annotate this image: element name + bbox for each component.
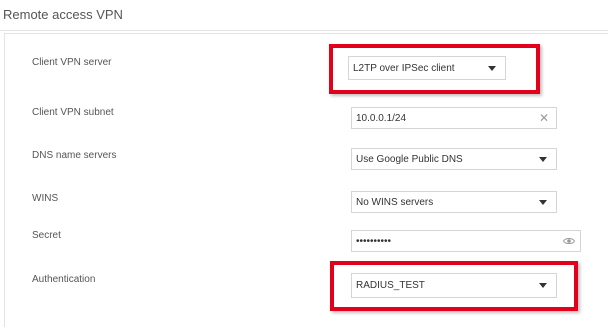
wins-select[interactable]: No WINS servers — [351, 191, 557, 213]
client-vpn-subnet-input[interactable]: 10.0.0.1/24 ✕ — [351, 107, 557, 129]
chevron-down-icon — [539, 199, 547, 205]
dns-name-servers-label: DNS name servers — [32, 150, 117, 161]
authentication-highlight — [330, 261, 578, 311]
close-icon[interactable]: ✕ — [539, 112, 549, 124]
secret-value: •••••••••• — [356, 235, 392, 247]
client-vpn-subnet-label: Client VPN subnet — [32, 107, 114, 118]
client-vpn-server-label: Client VPN server — [32, 57, 112, 68]
client-vpn-subnet-value: 10.0.0.1/24 — [356, 112, 407, 124]
section-header: Remote access VPN — [0, 0, 608, 31]
secret-input[interactable]: •••••••••• — [351, 230, 581, 252]
chevron-down-icon — [539, 156, 547, 162]
eye-icon[interactable] — [563, 237, 575, 245]
wins-label: WINS — [32, 193, 59, 204]
section-title: Remote access VPN — [3, 7, 123, 22]
client-vpn-server-highlight — [329, 44, 540, 94]
dns-name-servers-select[interactable]: Use Google Public DNS — [351, 148, 557, 170]
dns-name-servers-value: Use Google Public DNS — [356, 153, 463, 165]
wins-value: No WINS servers — [356, 196, 434, 208]
authentication-label: Authentication — [32, 274, 96, 285]
secret-label: Secret — [32, 230, 61, 241]
